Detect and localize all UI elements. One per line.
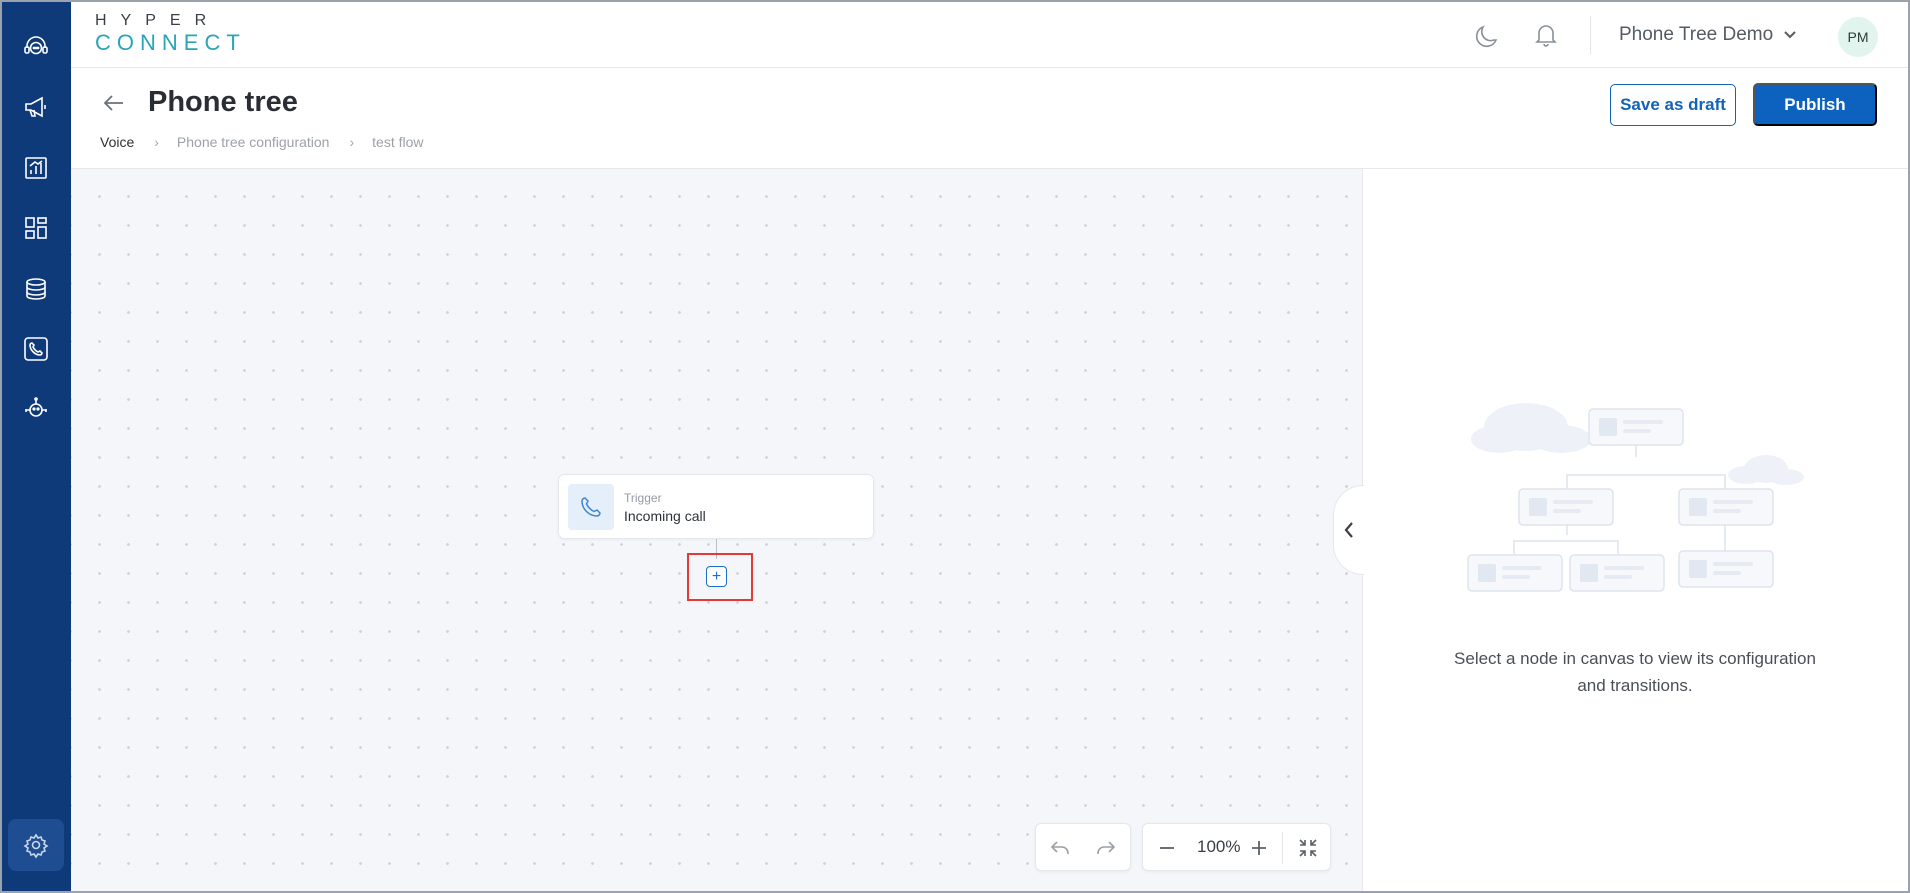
megaphone-icon — [25, 96, 46, 118]
trigger-node[interactable]: Trigger Incoming call — [558, 474, 874, 539]
save-as-draft-button[interactable]: Save as draft — [1610, 84, 1736, 126]
redo-icon[interactable] — [1094, 836, 1118, 860]
brand-logo[interactable]: HYPER CONNECT — [95, 12, 246, 56]
add-node-button[interactable]: + — [706, 566, 727, 587]
undo-icon[interactable] — [1048, 836, 1072, 860]
zoom-toolbar: 100% — [1142, 823, 1331, 871]
panel-empty-message: Select a node in canvas to view its conf… — [1454, 649, 1816, 695]
sidebar — [2, 2, 71, 891]
sidebar-item-voice[interactable] — [15, 328, 57, 370]
moon-icon[interactable] — [1474, 20, 1504, 50]
headset-icon — [24, 36, 48, 55]
account-switcher[interactable]: Phone Tree Demo — [1619, 24, 1797, 46]
chevron-right-icon: › — [154, 134, 159, 150]
zoom-level: 100% — [1197, 837, 1241, 856]
chevron-right-icon: › — [349, 134, 355, 150]
sidebar-item-dashboard[interactable] — [15, 207, 57, 249]
zoom-out-icon[interactable] — [1155, 836, 1179, 860]
chevron-left-icon — [1344, 522, 1353, 538]
history-toolbar — [1035, 823, 1131, 871]
database-icon — [26, 278, 46, 300]
flow-illustration — [1467, 403, 1804, 592]
sidebar-item-data[interactable] — [15, 268, 57, 310]
avatar[interactable]: PM — [1838, 17, 1878, 57]
node-kind-label: Trigger — [624, 491, 662, 505]
panel-collapse-toggle[interactable] — [1333, 485, 1364, 575]
node-details-panel — [1362, 169, 1908, 891]
phone-icon — [581, 497, 601, 517]
breadcrumb-test-flow: test flow — [372, 134, 424, 150]
bot-icon — [25, 397, 47, 417]
account-name: Phone Tree Demo — [1619, 24, 1774, 45]
sidebar-item-reports[interactable] — [15, 147, 57, 189]
sidebar-item-settings[interactable] — [8, 819, 64, 871]
publish-button[interactable]: Publish — [1753, 83, 1877, 126]
toolbar-divider — [1282, 832, 1283, 864]
gear-icon — [23, 833, 49, 859]
page-titlebar: Phone tree Voice › Phone tree configurat… — [71, 68, 1908, 169]
logo-top-text: HYPER — [95, 12, 221, 29]
phone-icon — [24, 337, 48, 361]
back-arrow-icon[interactable] — [101, 90, 127, 116]
sidebar-item-campaigns[interactable] — [15, 86, 57, 128]
zoom-in-icon[interactable] — [1247, 836, 1271, 860]
top-header: HYPER CONNECT Phone Tree Demo PM — [71, 2, 1908, 68]
breadcrumb-phone-tree-configuration[interactable]: Phone tree configuration — [177, 134, 330, 150]
bell-icon[interactable] — [1531, 20, 1561, 50]
chevron-down-icon — [1784, 31, 1796, 39]
logo-bottom-text: CONNECT — [95, 30, 246, 55]
report-icon — [25, 157, 47, 179]
page-title: Phone tree — [148, 86, 298, 118]
breadcrumb: Voice › Phone tree configuration › test … — [100, 134, 424, 150]
fit-to-screen-icon[interactable] — [1296, 836, 1320, 860]
sidebar-item-bots[interactable] — [15, 388, 57, 430]
node-title: Incoming call — [624, 508, 706, 524]
breadcrumb-voice[interactable]: Voice — [100, 134, 134, 150]
header-divider — [1590, 16, 1591, 54]
dashboard-icon — [25, 217, 47, 239]
node-icon-box — [568, 484, 614, 530]
sidebar-item-contact-center[interactable] — [15, 26, 57, 68]
